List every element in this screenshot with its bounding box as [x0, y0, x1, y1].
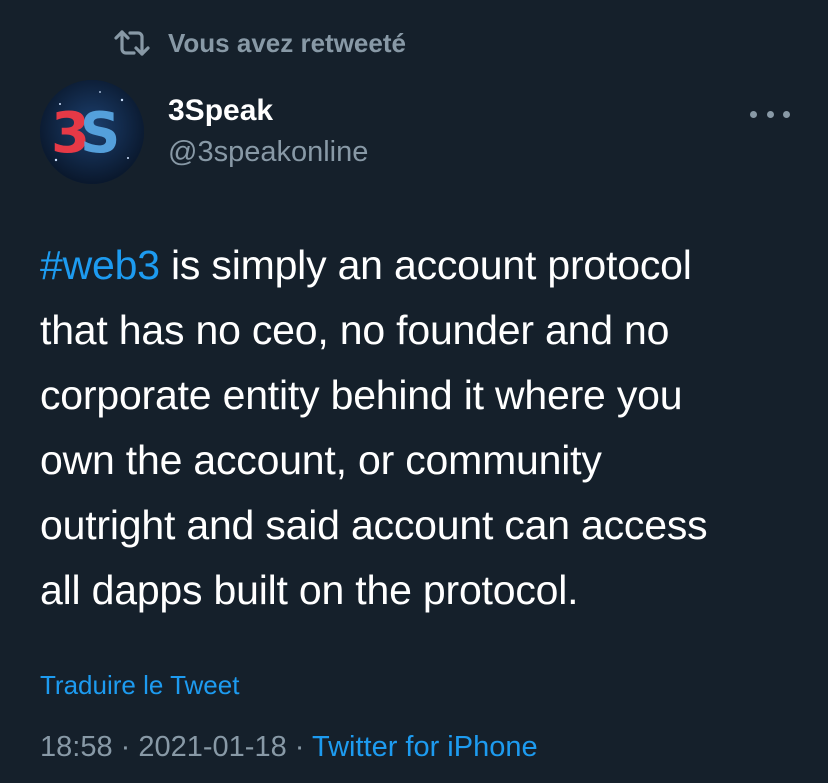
retweet-banner: Vous avez retweeté — [112, 24, 406, 62]
author-display-name[interactable]: 3Speak — [168, 94, 273, 128]
separator: · — [112, 731, 139, 763]
author-handle[interactable]: @3speakonline — [168, 136, 368, 169]
retweet-icon — [114, 30, 150, 56]
tweet-source-link[interactable]: Twitter for iPhone — [312, 731, 538, 763]
more-dots-icon[interactable] — [750, 104, 790, 124]
retweet-label: Vous avez retweeté — [168, 27, 406, 58]
tweet-line: corporate entity behind it where you — [40, 372, 683, 418]
hashtag-link[interactable]: #web3 — [40, 242, 160, 288]
translate-tweet-link[interactable]: Traduire le Tweet — [40, 670, 239, 701]
tweet-line-text: is simply an account protocol — [159, 242, 692, 288]
avatar[interactable]: 3 S — [40, 80, 144, 184]
tweet-line: that has no ceo, no founder and no — [40, 307, 670, 353]
tweet-time: 18:58 — [40, 731, 113, 763]
tweet-date: 2021-01-18 — [138, 731, 287, 763]
dot — [783, 110, 790, 118]
tweet-metadata: 18:58 · 2021-01-18 · Twitter for iPhone — [40, 731, 538, 764]
separator: · — [286, 731, 312, 763]
dot — [766, 110, 774, 118]
dot — [750, 110, 757, 118]
tweet-line: all dapps built on the protocol. — [40, 567, 579, 613]
tweet-text: #web3 is simply an account protocol that… — [40, 233, 800, 623]
svg-text:S: S — [80, 101, 120, 166]
tweet-line: #web3 is simply an account protocol — [40, 233, 800, 298]
tweet-line: own the account, or community — [40, 437, 602, 483]
tweet-line: outright and said account can access — [40, 502, 708, 548]
3speak-logo: 3 S — [40, 80, 144, 184]
